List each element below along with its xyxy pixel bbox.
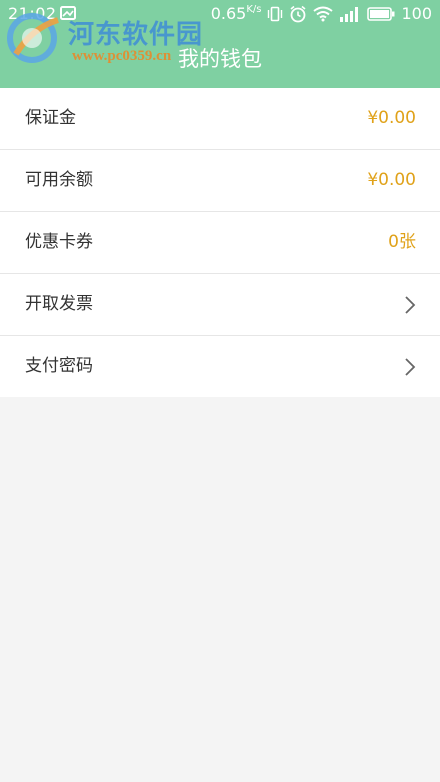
menu-item-invoice[interactable]: 开取发票 bbox=[0, 274, 440, 336]
net-speed-value: 0.65 bbox=[210, 4, 247, 23]
battery-level: 100 bbox=[401, 4, 432, 23]
menu-item-value: ¥0.00 bbox=[367, 170, 416, 190]
chevron-right-icon bbox=[405, 358, 416, 376]
menu-item-label: 可用余额 bbox=[25, 170, 93, 190]
menu-item-label: 保证金 bbox=[25, 108, 76, 128]
menu-item-value: ¥0.00 bbox=[367, 108, 416, 128]
net-speed: 0.65K/s bbox=[211, 4, 262, 23]
menu-item-payment-password[interactable]: 支付密码 bbox=[0, 336, 440, 398]
net-speed-unit: K/s bbox=[246, 4, 262, 15]
menu-item-value: 0张 bbox=[388, 232, 416, 252]
alarm-icon bbox=[290, 5, 306, 22]
status-right-group: 0.65K/s 100 bbox=[211, 4, 432, 23]
menu-item-available-balance[interactable]: 可用余额 ¥0.00 bbox=[0, 150, 440, 212]
chevron-right-icon bbox=[405, 296, 416, 314]
wifi-icon bbox=[313, 6, 334, 21]
menu-item-label: 优惠卡券 bbox=[25, 232, 93, 252]
menu-item-label: 支付密码 bbox=[25, 356, 93, 376]
empty-background bbox=[0, 397, 440, 782]
menu-item-label: 开取发票 bbox=[25, 294, 93, 314]
signal-icon bbox=[340, 6, 359, 22]
battery-icon bbox=[367, 6, 395, 21]
menu-item-coupons[interactable]: 优惠卡券 0张 bbox=[0, 212, 440, 274]
page-title: 我的钱包 bbox=[178, 47, 262, 71]
menu-item-deposit[interactable]: 保证金 ¥0.00 bbox=[0, 88, 440, 150]
vibrate-icon bbox=[268, 6, 283, 21]
app-header: 21:02 0.65K/s 100 河东软件园 www.pc0359.cn 我的… bbox=[0, 0, 440, 88]
wallet-menu-list: 保证金 ¥0.00 可用余额 ¥0.00 优惠卡券 0张 开取发票 支付密码 bbox=[0, 88, 440, 398]
